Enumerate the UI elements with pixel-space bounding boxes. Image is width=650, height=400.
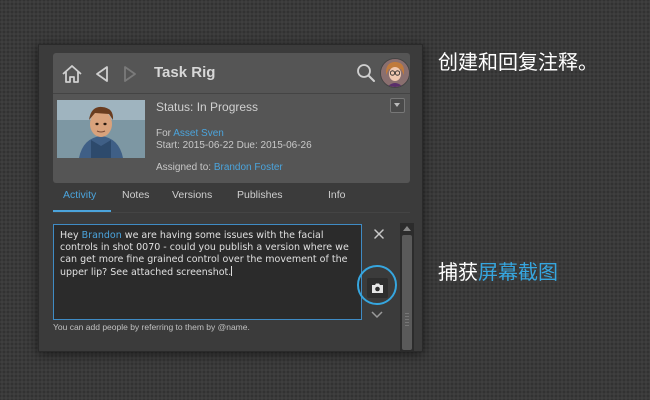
back-arrow-icon bbox=[96, 66, 108, 82]
caption-create-notes: 创建和回复注释。 bbox=[438, 50, 598, 74]
task-for: For Asset Sven bbox=[156, 128, 224, 139]
task-status: Status: In Progress bbox=[156, 100, 259, 114]
home-icon bbox=[62, 65, 82, 83]
scrollbar[interactable] bbox=[400, 223, 414, 351]
scroll-grip bbox=[405, 319, 409, 320]
scroll-thumb[interactable] bbox=[402, 235, 412, 350]
caption-capture-highlight: 屏幕截图 bbox=[478, 260, 558, 284]
forward-button[interactable] bbox=[117, 61, 143, 87]
screenshot-button[interactable] bbox=[367, 278, 388, 298]
task-dates: Start: 2015-06-22 Due: 2015-06-26 bbox=[156, 140, 312, 151]
note-input[interactable]: Hey Brandon we are having some issues wi… bbox=[53, 224, 362, 320]
tab-notes[interactable]: Notes bbox=[122, 189, 149, 201]
scroll-grip bbox=[405, 316, 409, 317]
search-icon bbox=[357, 64, 375, 82]
task-header: Task Rig Status: In Progress For Asset S… bbox=[53, 53, 410, 183]
task-assignee: Assigned to: Brandon Foster bbox=[156, 162, 283, 173]
close-icon bbox=[374, 229, 384, 239]
scroll-grip bbox=[405, 325, 409, 326]
scroll-grip bbox=[405, 322, 409, 323]
tab-info[interactable]: Info bbox=[328, 189, 346, 201]
tabs-divider bbox=[53, 212, 410, 213]
avatar-image bbox=[381, 59, 409, 87]
for-label: For bbox=[156, 128, 174, 139]
mention-hint: You can add people by referring to them … bbox=[53, 322, 250, 332]
character-image bbox=[57, 100, 145, 158]
header-divider bbox=[53, 93, 410, 94]
user-avatar[interactable] bbox=[380, 58, 410, 88]
tab-publishes[interactable]: Publishes bbox=[237, 189, 283, 201]
close-button[interactable] bbox=[372, 227, 386, 241]
camera-icon bbox=[372, 283, 383, 293]
task-panel: Task Rig Status: In Progress For Asset S… bbox=[38, 44, 423, 352]
caption-capture-prefix: 捕获 bbox=[438, 260, 478, 284]
tab-bar: Activity Notes Versions Publishes Info bbox=[53, 183, 410, 213]
scroll-up-arrow[interactable] bbox=[403, 226, 411, 231]
assignee-link[interactable]: Brandon Foster bbox=[214, 162, 283, 173]
search-button[interactable] bbox=[355, 62, 377, 84]
text-cursor bbox=[231, 266, 233, 276]
asset-thumbnail bbox=[57, 100, 145, 158]
assigned-label: Assigned to: bbox=[156, 162, 214, 173]
scroll-grip bbox=[405, 313, 409, 314]
home-button[interactable] bbox=[59, 61, 85, 87]
asset-link[interactable]: Asset Sven bbox=[173, 128, 224, 139]
tab-versions[interactable]: Versions bbox=[172, 189, 212, 201]
expand-button[interactable] bbox=[370, 307, 384, 319]
chevron-down-icon bbox=[371, 311, 383, 319]
forward-arrow-icon bbox=[124, 66, 136, 82]
note-prefix: Hey bbox=[60, 230, 82, 241]
status-dropdown[interactable] bbox=[390, 98, 405, 113]
note-mention: Brandon bbox=[81, 230, 122, 241]
tab-activity[interactable]: Activity bbox=[63, 189, 96, 201]
page-title: Task Rig bbox=[154, 64, 216, 81]
back-button[interactable] bbox=[89, 61, 115, 87]
caption-capture-screenshot: 捕获屏幕截图 bbox=[438, 256, 558, 285]
